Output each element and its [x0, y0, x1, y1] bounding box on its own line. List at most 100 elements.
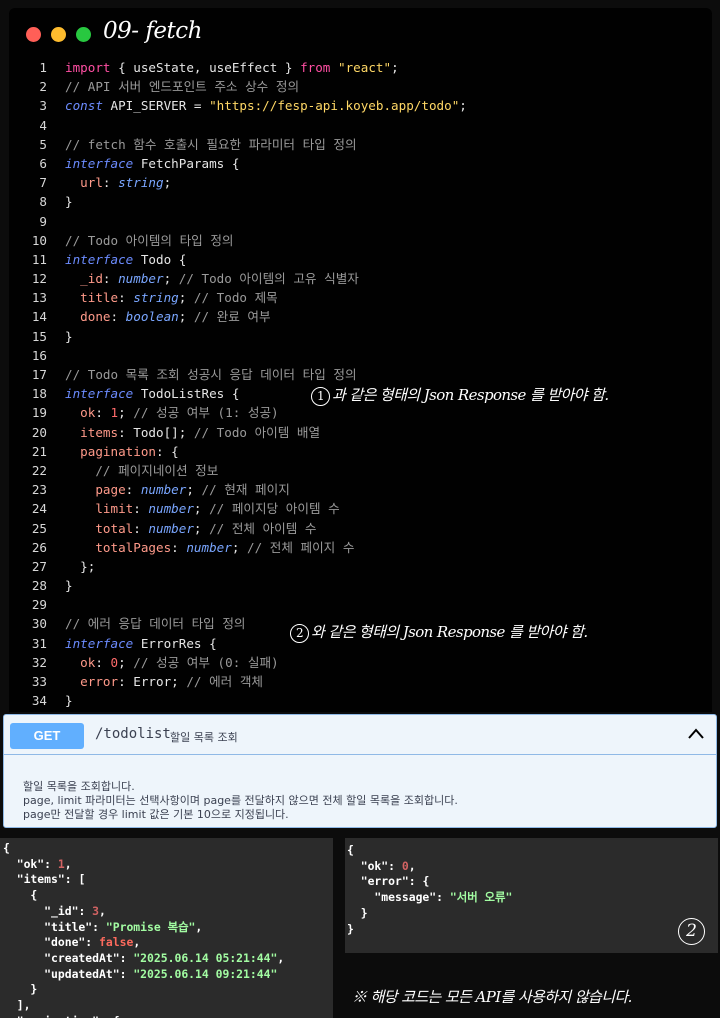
code-token: :: [95, 654, 111, 670]
code-token: // 전체 페이지 수: [247, 539, 355, 555]
line-number: 20: [31, 424, 47, 440]
window-title: 09- fetch: [103, 18, 202, 44]
json-token: "items": [3, 872, 65, 887]
json-token: :: [85, 935, 100, 950]
code-line: 3 const API_SERVER = "https://fesp-api.ko…: [9, 96, 712, 115]
code-token: { useState, useEffect }: [110, 60, 301, 75]
code-token: limit: [65, 501, 134, 517]
json-line: "ok": 1,: [3, 857, 333, 873]
line-number: 21: [31, 443, 47, 459]
annotation-1-number: 1: [311, 386, 330, 406]
line-number: 14: [31, 309, 47, 325]
code-token: : {: [156, 443, 179, 459]
line-number: 6: [39, 155, 47, 171]
line-number: 15: [31, 328, 47, 344]
json-token: }: [3, 982, 38, 997]
code-token: // fetch 함수 호출시 필요한 파라미터 타입 정의: [65, 136, 357, 152]
json-token: 1: [57, 856, 65, 871]
line-number: 31: [31, 635, 47, 651]
annotation-1: 1과 같은 형태의 Json Response 를 받아야 함.: [311, 384, 609, 406]
code-token: // 페이지네이션 정보: [65, 462, 219, 478]
json-token: 3: [92, 903, 100, 918]
json-token: ,: [133, 935, 141, 950]
json-token: ,: [64, 856, 72, 871]
line-number: 13: [31, 290, 47, 306]
code-token: ;: [186, 482, 202, 498]
code-token: // Todo 목록 조회 성공시 응답 데이터 타입 정의: [65, 367, 357, 382]
code-line: 7 url: string;: [9, 173, 712, 192]
json-line: "createdAt": "2025.06.14 05:21:44",: [3, 951, 333, 967]
line-number: 30: [31, 616, 47, 632]
line-number: 5: [39, 136, 47, 152]
code-line: 29: [9, 595, 712, 614]
json-token: :: [92, 919, 106, 934]
json-token: "_id": [3, 903, 79, 918]
json-token: "2025.06.14 09:21:44": [133, 966, 278, 981]
code-token: total: [65, 520, 134, 536]
json-line: "items": [: [3, 872, 333, 888]
code-token: :: [102, 175, 119, 191]
json-token: 0: [401, 858, 409, 873]
code-token: :: [102, 271, 119, 287]
line-number: 34: [31, 693, 47, 709]
json-token: ,: [408, 858, 416, 873]
code-token: boolean: [125, 309, 179, 325]
chevron-up-icon[interactable]: [686, 725, 706, 743]
endpoint-summary: 할일 목록 조회: [170, 731, 238, 744]
code-token: :: [125, 482, 141, 498]
code-token: ;: [193, 501, 210, 517]
code-token: }: [65, 194, 73, 210]
description-line: page, limit 파라미터는 선택사항이며 page를 전달하지 않으면 …: [23, 794, 458, 807]
line-number: 24: [31, 501, 47, 517]
code-line: 9: [9, 212, 712, 231]
code-token: ;: [391, 60, 399, 75]
code-token: interface: [65, 251, 134, 267]
code-token: }: [65, 693, 73, 709]
line-number: 10: [31, 232, 47, 248]
code-token: "react": [338, 60, 392, 75]
code-token: ;: [178, 309, 194, 325]
code-token: error: [65, 674, 119, 689]
json-line: {: [347, 843, 718, 859]
code-line: 4: [9, 116, 712, 135]
json-line: "error": {: [347, 874, 718, 890]
line-number: 7: [39, 175, 47, 191]
line-number: 23: [31, 482, 47, 498]
minimize-window-dot[interactable]: [51, 27, 66, 42]
code-token: 1: [110, 405, 119, 421]
close-window-dot[interactable]: [26, 27, 41, 42]
code-token: }: [65, 328, 73, 344]
code-token: interface: [65, 155, 134, 171]
code-line: 21 pagination: {: [9, 442, 712, 461]
endpoint-header[interactable]: GET /todolist 할일 목록 조회: [4, 715, 716, 755]
json-line: "pagination": {: [3, 1014, 333, 1018]
line-number: 29: [31, 597, 47, 613]
code-token: :: [133, 520, 149, 536]
code-token: from: [300, 60, 331, 75]
line-number: 27: [31, 558, 47, 574]
json-line: "_id": 3,: [3, 904, 333, 920]
annotation-1-text: 과 같은 형태의 Json Response 를 받아야 함.: [332, 386, 609, 404]
line-number: 1: [39, 60, 47, 75]
annotation-2: 2와 같은 형태의 Json Response 를 받아야 함.: [290, 621, 588, 643]
code-line: 23 page: number; // 현재 페이지: [9, 480, 712, 499]
code-token: // API 서버 엔드포인트 주소 상수 정의: [65, 79, 300, 95]
json-line: {: [3, 841, 333, 857]
line-number: 2: [39, 79, 47, 95]
description-line: 할일 목록을 조회합니다.: [23, 780, 135, 793]
code-token: ;: [178, 290, 194, 306]
line-number: 4: [39, 117, 47, 133]
code-line: 32 ok: 0; // 성공 여부 (0: 실패): [9, 653, 712, 672]
code-line: 25 total: number; // 전체 아이템 수: [9, 519, 712, 538]
code-token: done: [65, 309, 111, 325]
json-token: "ok": [3, 856, 45, 871]
code-line: 12 _id: number; // Todo 아이템의 고유 식별자: [9, 269, 712, 288]
code-line: 24 limit: number; // 페이지당 아이템 수: [9, 499, 712, 518]
endpoint-path: /todolist: [95, 726, 171, 742]
json-token: :: [119, 966, 134, 981]
code-token: // Todo 제목: [193, 290, 278, 306]
maximize-window-dot[interactable]: [76, 27, 91, 42]
json-token: "title": [3, 919, 93, 934]
code-token: Todo {: [133, 251, 187, 267]
